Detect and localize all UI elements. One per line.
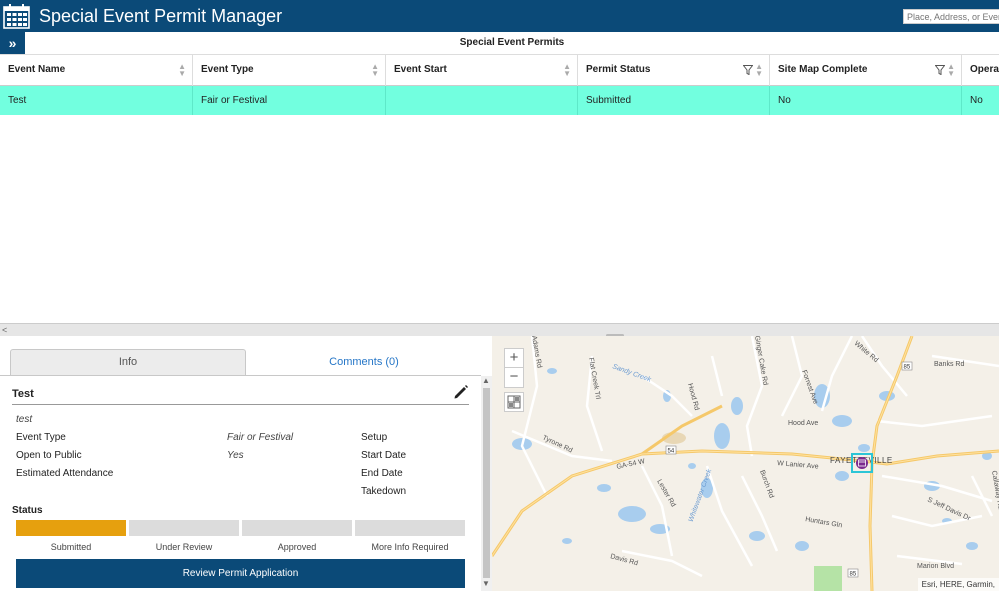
map-label-sandy-creek: Sandy Creek <box>611 363 652 384</box>
column-header-operat[interactable]: Operat <box>962 55 999 86</box>
map-label-forrest-ave: Forrest Ave <box>800 369 819 405</box>
sort-icon[interactable]: ▲ ▼ <box>947 63 955 78</box>
cell-site-map-complete: No <box>770 86 962 115</box>
field-value-open-to-public: Yes <box>227 450 244 461</box>
basemap: Banks Rd Forrest Ave White Rd Hood Ave H… <box>492 336 999 591</box>
column-header-event-start[interactable]: Event Start ▲ ▼ <box>386 55 578 86</box>
map-label-adams-rd: Adams Rd <box>530 336 543 369</box>
column-label: Event Start <box>394 64 447 75</box>
vertical-scrollbar[interactable]: ▲ ▼ <box>481 376 492 591</box>
map-label-ginger-cake: Ginger Cake Rd <box>753 336 769 386</box>
column-label: Event Name <box>8 64 66 75</box>
zoom-control: + − <box>504 348 524 388</box>
route-shield-85-bottom: 85 <box>847 568 859 578</box>
scrollbar-thumb[interactable] <box>483 388 490 578</box>
cell-permit-status: Submitted <box>578 86 770 115</box>
detail-panel: Info Comments (0) Test test Event Type F… <box>0 336 492 591</box>
app-title: Special Event Permit Manager <box>39 6 283 26</box>
table-row[interactable]: Test Fair or Festival Submitted No No <box>0 86 999 115</box>
cell-operat: No <box>970 95 983 106</box>
calendar-icon <box>3 4 30 29</box>
field-label-end-date: End Date <box>361 468 403 479</box>
sort-icon[interactable]: ▲ ▼ <box>563 63 571 78</box>
status-step-approved <box>242 520 352 536</box>
status-step-submitted <box>16 520 126 536</box>
map-label-hood-ave: Hood Ave <box>788 420 818 427</box>
map-label-burch-rd: Burch Rd <box>758 469 775 499</box>
map-label-w-lanier: W Lanier Ave <box>777 460 819 471</box>
cell-event-type: Fair or Festival <box>193 86 386 115</box>
zoom-in-button[interactable]: + <box>505 349 523 368</box>
cell-event-name: Test <box>0 86 193 115</box>
filter-icon[interactable] <box>743 65 753 75</box>
map-view[interactable]: Banks Rd Forrest Ave White Rd Hood Ave H… <box>492 336 999 591</box>
sort-icon[interactable]: ▲ ▼ <box>178 63 186 78</box>
status-label-approved: Approved <box>277 542 317 552</box>
map-label-banks-rd: Banks Rd <box>934 361 964 368</box>
column-label: Event Type <box>201 64 254 75</box>
route-54-label: 54 <box>668 449 675 455</box>
status-label-submitted: Submitted <box>50 542 92 552</box>
column-header-event-type[interactable]: Event Type ▲ ▼ <box>193 55 386 86</box>
review-permit-button[interactable]: Review Permit Application <box>16 559 465 588</box>
route-shield-54: 54 <box>665 445 677 455</box>
record-title: Test <box>12 388 34 400</box>
cell-event-start <box>386 86 578 115</box>
field-label-estimated-attendance: Estimated Attendance <box>16 468 114 479</box>
horizontal-scrollbar[interactable]: < <box>0 323 999 336</box>
field-value-event-type: Fair or Festival <box>227 432 294 443</box>
chevron-down-icon[interactable]: ▼ <box>482 579 490 588</box>
filter-icon[interactable] <box>935 65 945 75</box>
grid-header: Event Name ▲ ▼ Event Type ▲ ▼ Event Start … <box>0 55 999 86</box>
map-label-lester-rd: Lester Rd <box>655 479 676 509</box>
app-header: Special Event Permit Manager <box>0 0 999 32</box>
status-title: Status <box>12 505 43 516</box>
basemap-icon <box>507 395 521 409</box>
tab-info[interactable]: Info <box>10 349 246 375</box>
route-85-label: 85 <box>850 572 857 578</box>
route-shield-85-top: 85 <box>901 361 913 371</box>
record-description: test <box>16 414 33 425</box>
search-input[interactable] <box>903 9 999 24</box>
field-label-open-to-public: Open to Public <box>16 450 82 461</box>
map-label-callaway: Callaway Rd <box>990 470 999 510</box>
map-label-davis-rd: Davis Rd <box>609 553 638 567</box>
column-header-permit-status[interactable]: Permit Status ▲ ▼ <box>578 55 770 86</box>
chevron-left-icon[interactable]: < <box>2 324 7 336</box>
map-attribution: Esri, HERE, Garmin, <box>917 578 999 591</box>
field-label-start-date: Start Date <box>361 450 407 461</box>
status-label-more-info-required: More Info Required <box>371 542 449 552</box>
field-label-setup: Setup <box>361 432 388 443</box>
column-label: Site Map Complete <box>778 64 868 75</box>
column-label: Permit Status <box>586 64 651 75</box>
map-label-huntars-gln: Huntars Gln <box>805 516 843 529</box>
divider <box>12 404 469 405</box>
map-label-hood-rd: Hood Rd <box>686 383 700 412</box>
status-label-under-review: Under Review <box>155 542 213 552</box>
expand-panel-button[interactable]: » <box>0 32 25 54</box>
column-label: Operat <box>970 64 999 75</box>
pencil-icon[interactable] <box>453 384 469 400</box>
tab-comments[interactable]: Comments (0) <box>246 349 482 375</box>
field-label-event-type: Event Type <box>16 432 66 443</box>
field-label-takedown: Takedown <box>361 486 407 497</box>
chevron-up-icon[interactable]: ▲ <box>482 376 490 385</box>
divider <box>0 375 481 376</box>
zoom-out-button[interactable]: − <box>505 368 523 387</box>
route-85-label: 85 <box>904 365 911 371</box>
grid-title: Special Event Permits <box>459 37 565 48</box>
column-header-event-name[interactable]: Event Name ▲ ▼ <box>0 55 193 86</box>
map-label-marion-blvd: Marion Blvd <box>917 563 954 570</box>
sort-icon[interactable]: ▲ ▼ <box>755 63 763 78</box>
sort-icon[interactable]: ▲ ▼ <box>371 63 379 78</box>
double-chevron-right-icon: » <box>8 35 17 51</box>
status-step-more-info-required <box>355 520 465 536</box>
basemap-toggle-button[interactable] <box>504 392 524 412</box>
column-header-site-map-complete[interactable]: Site Map Complete ▲ ▼ <box>770 55 962 86</box>
status-step-under-review <box>129 520 239 536</box>
